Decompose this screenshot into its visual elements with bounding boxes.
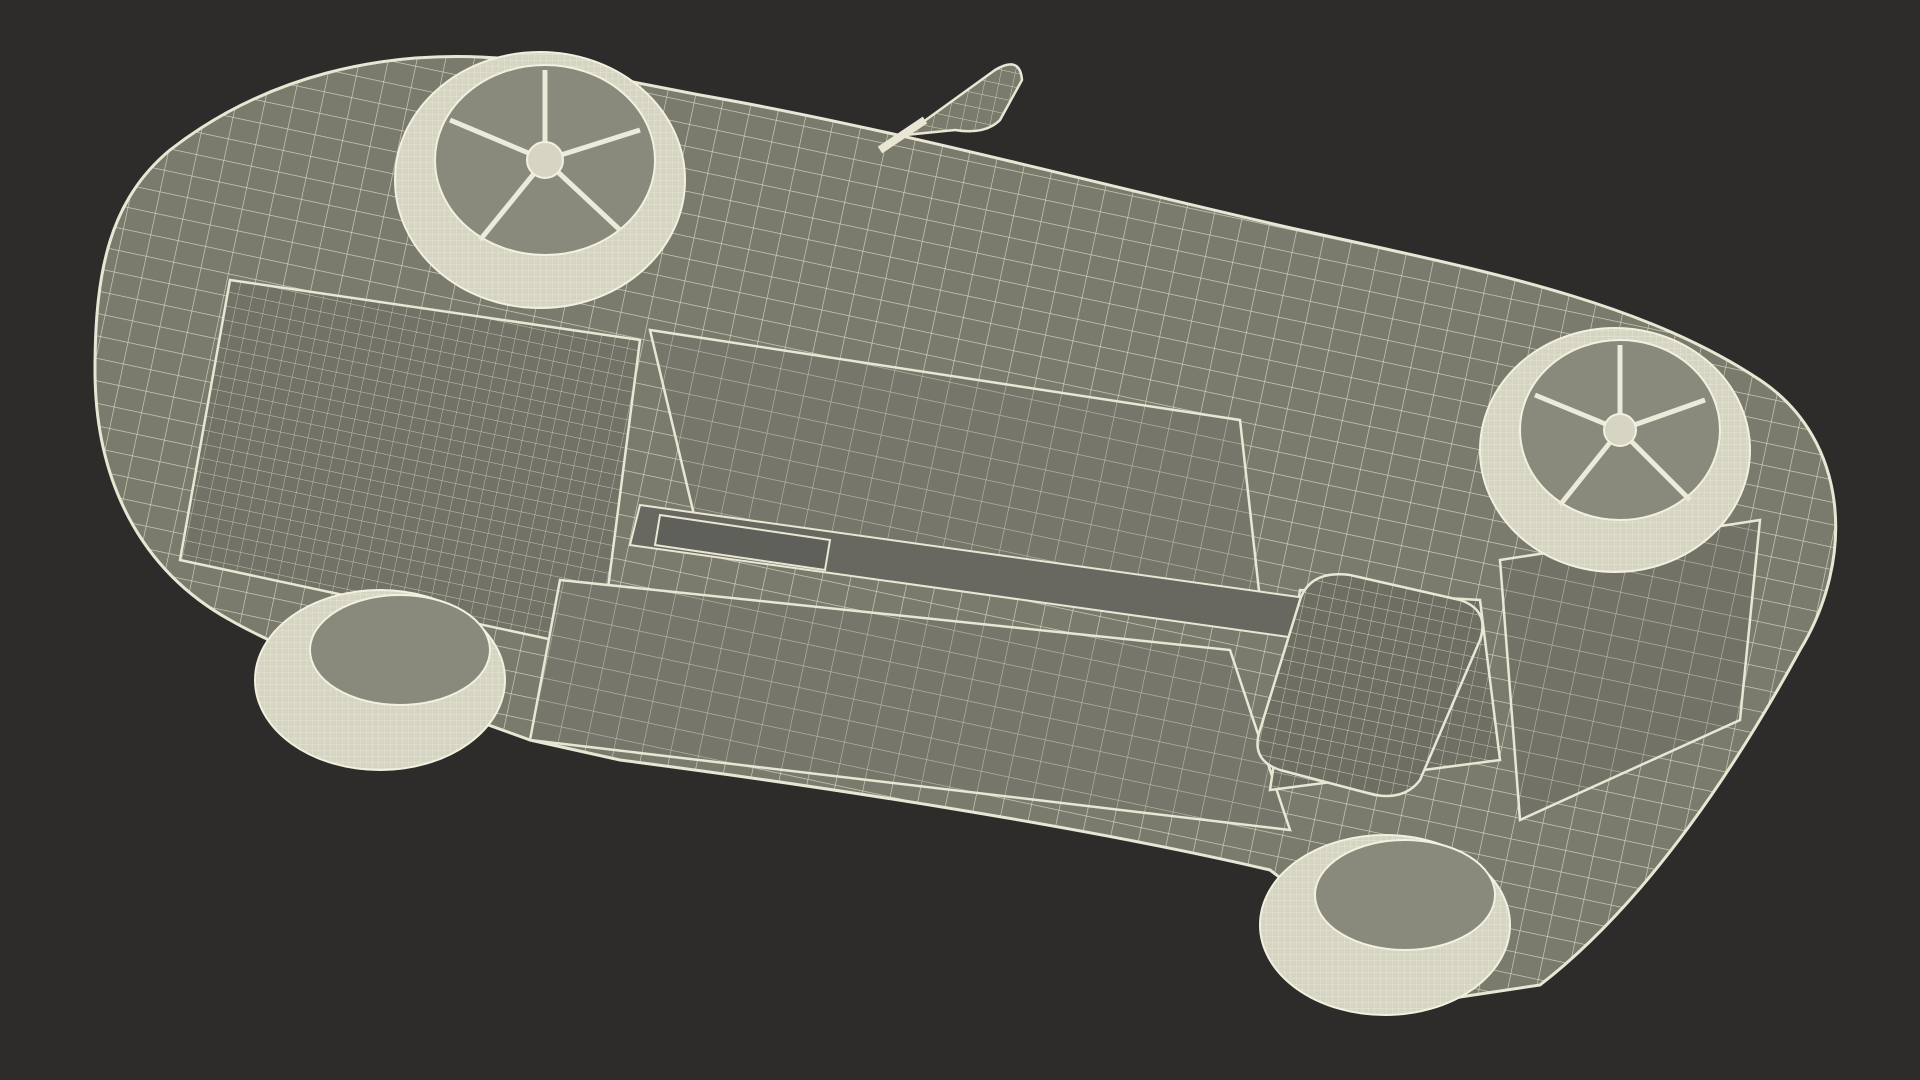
wheel-front-right — [1479, 327, 1751, 573]
wheel-front-left — [394, 51, 686, 309]
side-mirror — [877, 63, 1024, 154]
render-viewport — [0, 0, 1920, 1080]
wheel-rear-right — [1259, 834, 1511, 1016]
car-wireframe-render — [93, 51, 1838, 1016]
wheel-rear-left — [254, 589, 506, 771]
